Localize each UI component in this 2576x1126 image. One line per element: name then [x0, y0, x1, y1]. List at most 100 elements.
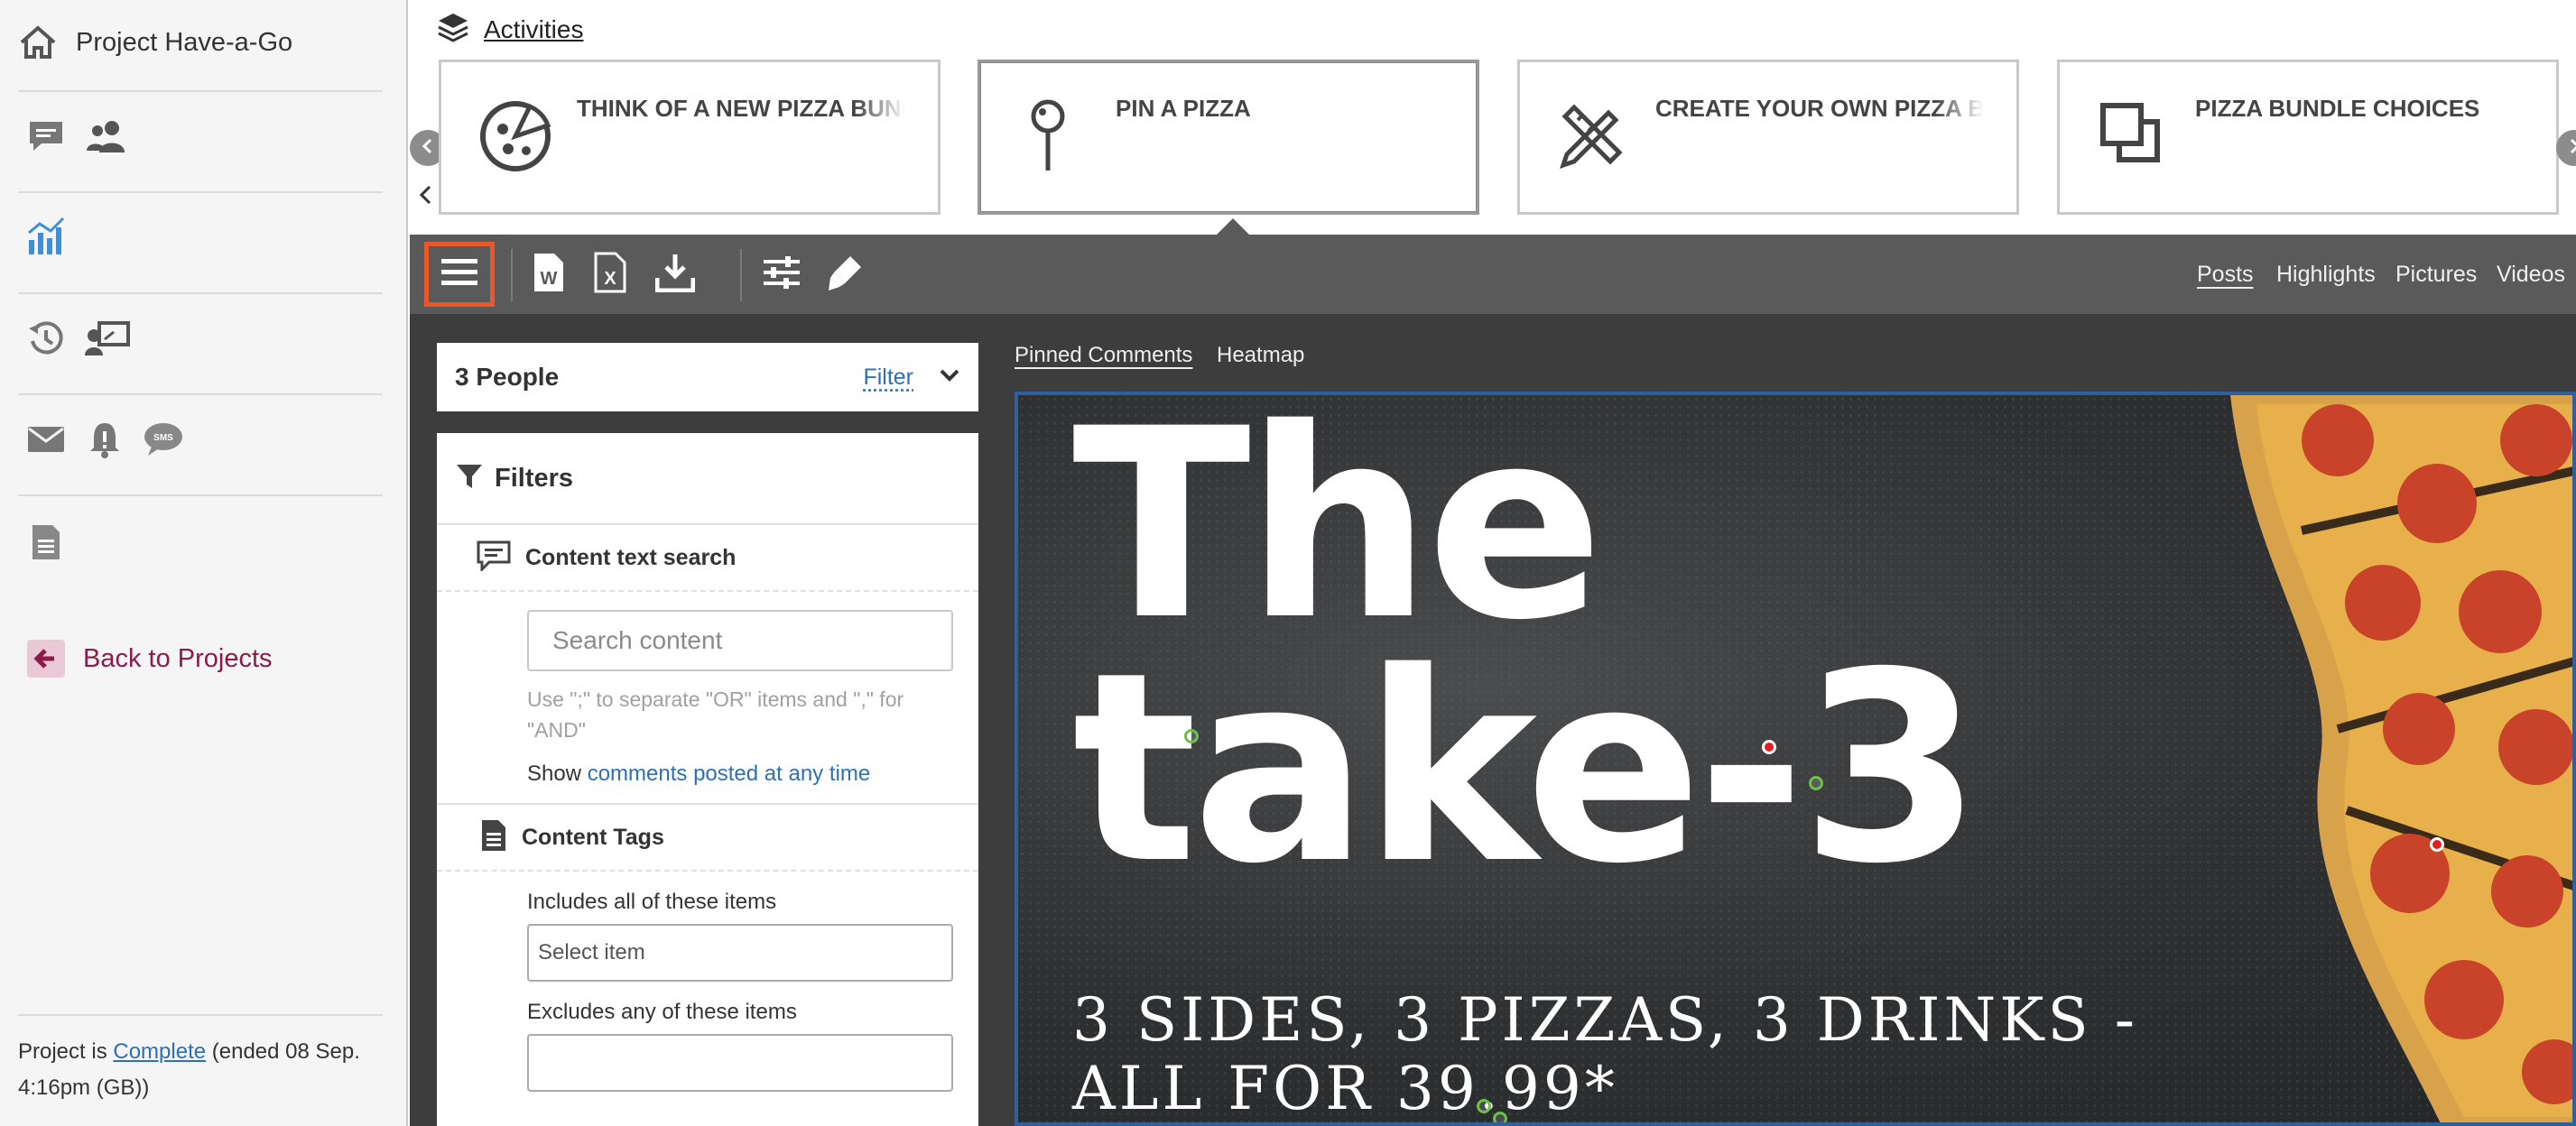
- toolbar: W X Posts Highlights Pictures Videos: [410, 235, 2576, 314]
- presenter-icon[interactable]: [85, 319, 132, 357]
- svg-text:W: W: [541, 269, 558, 289]
- highlighter-button[interactable]: [821, 251, 868, 298]
- svg-text:X: X: [604, 269, 616, 289]
- chevron-down-icon[interactable]: [939, 367, 960, 388]
- sidebar-divider: [18, 90, 383, 92]
- filters-header: Filters: [437, 433, 978, 525]
- activity-card-pin-a-pizza[interactable]: PIN A PIZZA: [978, 60, 1479, 215]
- project-status-link[interactable]: Complete: [113, 1039, 206, 1064]
- project-name: Project Have-a-Go: [76, 28, 292, 58]
- toolbar-divider: [511, 249, 513, 301]
- content-text-search-title: Content text search: [525, 545, 736, 571]
- adjust-settings-button[interactable]: [758, 251, 805, 298]
- offer-line-2: ALL FOR 39.99*: [1072, 1054, 1618, 1123]
- activity-card-label: CREATE YOUR OWN PIZZA BUNDLE: [1655, 95, 1984, 123]
- history-icon[interactable]: [27, 319, 65, 357]
- comments-icon[interactable]: [27, 118, 65, 154]
- pin-marker[interactable]: [1809, 776, 1823, 790]
- users-icon[interactable]: [85, 118, 132, 154]
- document-icon[interactable]: [31, 523, 61, 561]
- search-content-input[interactable]: Search content: [527, 610, 953, 671]
- people-selector[interactable]: 3 People Filter: [437, 343, 978, 411]
- pizza-slice-icon: [477, 98, 553, 179]
- comment-text-icon: [477, 540, 511, 576]
- offer-line-1: 3 SIDES, 3 PIZZAS, 3 DRINKS -: [1072, 985, 2138, 1055]
- sms-icon[interactable]: SMS: [143, 421, 184, 457]
- collapse-sidebar-button[interactable]: [413, 182, 439, 212]
- filters-panel: Filters Content text search Search conte…: [437, 433, 978, 1126]
- headline-line-2: take-3: [1072, 639, 1977, 900]
- project-status-prefix: Project is: [18, 1039, 113, 1064]
- filters-title: Filters: [495, 464, 573, 494]
- sidebar-divider: [18, 1014, 383, 1016]
- project-home-link[interactable]: Project Have-a-Go: [18, 16, 383, 69]
- toolbar-divider: [740, 249, 742, 301]
- selected-activity-caret: [1217, 218, 1249, 235]
- tab-heatmap[interactable]: Heatmap: [1217, 343, 1304, 368]
- alert-bell-icon[interactable]: [88, 420, 121, 458]
- content-tags-header[interactable]: Content Tags: [437, 805, 978, 872]
- activity-card-label: THINK OF A NEW PIZZA BUNDLE: [577, 95, 905, 123]
- activity-card-think-new-bundle[interactable]: THINK OF A NEW PIZZA BUNDLE: [439, 60, 941, 215]
- sidebar-divider: [18, 191, 383, 193]
- tab-videos[interactable]: Videos: [2497, 262, 2565, 288]
- project-status-text: Project is Complete (ended 08 Sep. 4:16p…: [18, 1034, 383, 1106]
- pinned-image[interactable]: The take-3 3 SIDES, 3 PIZZAS, 3 DRINKS -…: [1015, 392, 2576, 1126]
- document-icon: [480, 818, 507, 857]
- pizza-image: [2121, 392, 2576, 1126]
- activities-header[interactable]: Activities: [437, 11, 583, 48]
- content-text-search-header[interactable]: Content text search: [437, 525, 978, 592]
- word-document-icon: W: [533, 252, 565, 298]
- sidebar-divider: [18, 292, 383, 294]
- excludes-label: Excludes any of these items: [527, 1000, 951, 1025]
- email-icon[interactable]: [27, 425, 65, 454]
- show-comments-line: Show comments posted at any time: [527, 761, 951, 787]
- filter-link[interactable]: Filter: [863, 365, 913, 391]
- layers-icon: [437, 11, 469, 48]
- back-to-projects-label: Back to Projects: [83, 644, 273, 674]
- tab-posts[interactable]: Posts: [2197, 262, 2254, 288]
- tab-highlights[interactable]: Highlights: [2276, 262, 2376, 288]
- people-count: 3 People: [455, 363, 863, 392]
- tab-pinned-comments[interactable]: Pinned Comments: [1015, 343, 1192, 368]
- highlighter-icon: [825, 253, 865, 297]
- sidebar: Project Have-a-Go SMS Back to Projects P…: [0, 0, 408, 1126]
- content-tags-title: Content Tags: [522, 825, 664, 851]
- pin-marker[interactable]: [2430, 837, 2444, 852]
- search-hint: Use ";" to separate "OR" items and "," f…: [527, 684, 951, 745]
- excel-document-icon: X: [594, 252, 626, 298]
- activity-card-create-own-bundle[interactable]: CREATE YOUR OWN PIZZA BUNDLE: [1517, 60, 2019, 215]
- activity-card-bundle-choices[interactable]: PIZZA BUNDLE CHOICES: [2057, 60, 2559, 215]
- comments-time-link[interactable]: comments posted at any time: [588, 761, 870, 786]
- chevron-left-icon: [419, 137, 437, 160]
- excludes-select[interactable]: [527, 1034, 953, 1092]
- pencil-ruler-icon: [1556, 98, 1628, 175]
- pin-marker[interactable]: [1493, 1112, 1507, 1126]
- back-to-projects-link[interactable]: Back to Projects: [18, 635, 383, 682]
- download-button[interactable]: [652, 251, 699, 298]
- pin-marker[interactable]: [1762, 740, 1776, 754]
- chevron-left-icon: [413, 196, 439, 211]
- includes-label: Includes all of these items: [527, 890, 951, 915]
- sidebar-divider: [18, 494, 383, 496]
- activities-title: Activities: [484, 15, 583, 44]
- chevron-right-icon: [2565, 137, 2576, 160]
- show-prefix: Show: [527, 761, 588, 786]
- filter-funnel-icon: [455, 462, 484, 495]
- export-word-button[interactable]: W: [525, 251, 572, 298]
- activity-card-label: PIZZA BUNDLE CHOICES: [2195, 95, 2524, 123]
- activity-card-label: PIN A PIZZA: [1116, 95, 1444, 123]
- menu-toggle-button[interactable]: [424, 242, 495, 307]
- pin-marker[interactable]: [1184, 729, 1199, 743]
- hamburger-menu-icon: [441, 257, 477, 292]
- svg-text:SMS: SMS: [153, 433, 173, 443]
- download-icon: [655, 253, 695, 297]
- export-excel-button[interactable]: X: [587, 251, 634, 298]
- copy-squares-icon: [2096, 98, 2168, 175]
- tab-pictures[interactable]: Pictures: [2395, 262, 2477, 288]
- pin-marker[interactable]: [1477, 1099, 1491, 1113]
- includes-select[interactable]: Select item: [527, 924, 953, 982]
- pin-icon: [1025, 98, 1070, 179]
- analytics-chart-icon[interactable]: [25, 215, 69, 256]
- sidebar-divider: [18, 393, 383, 395]
